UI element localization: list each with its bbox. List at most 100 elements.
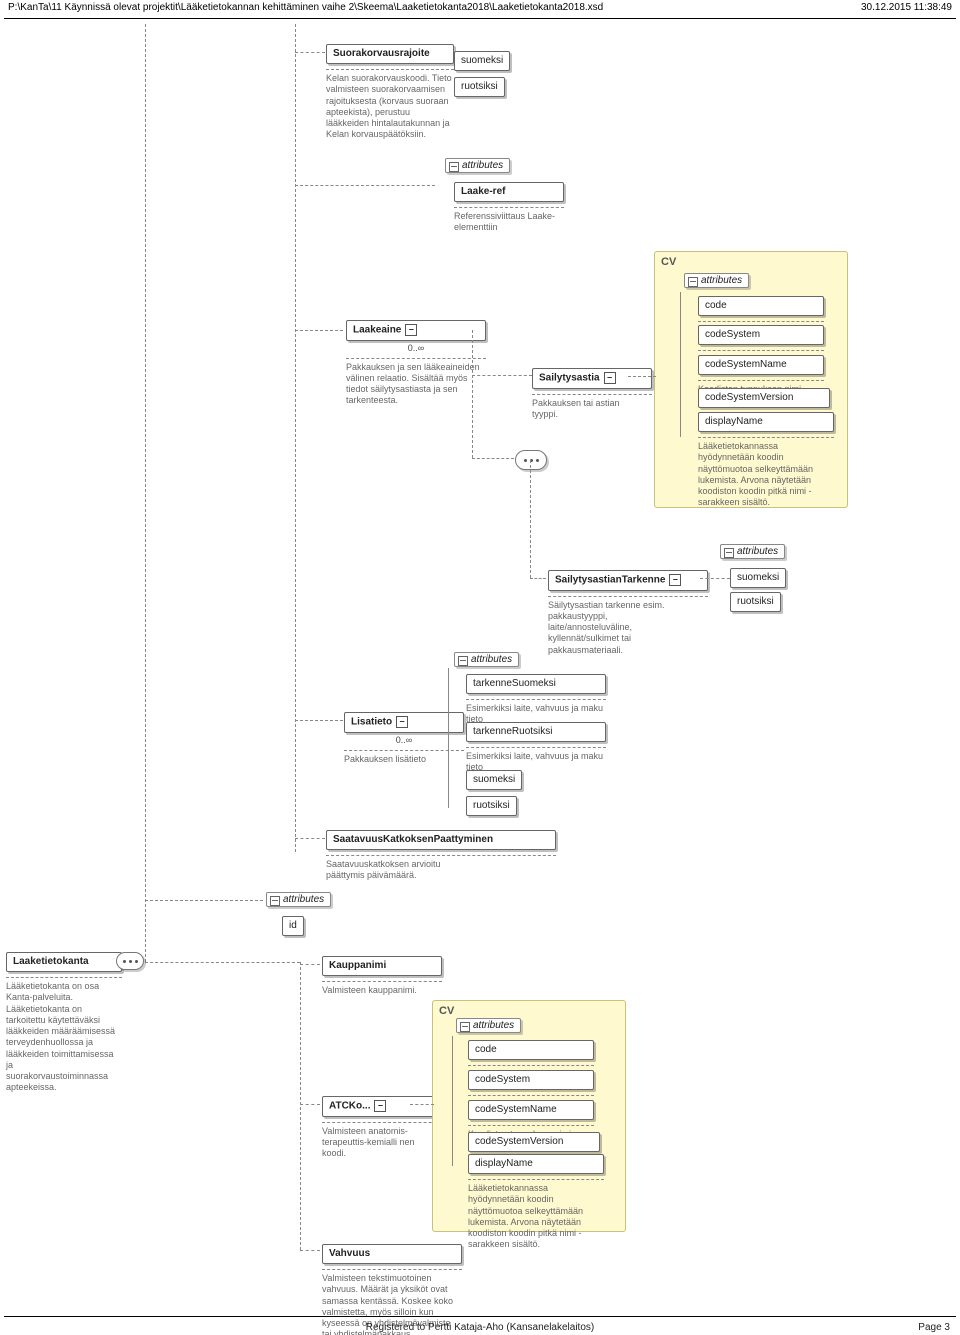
file-timestamp: 30.12.2015 11:38:49 <box>861 2 952 13</box>
connector <box>472 330 473 458</box>
attributes-label: attributes <box>456 1018 521 1033</box>
attributes-label: attributes <box>454 652 519 667</box>
node-label: Lisatieto <box>344 712 464 733</box>
connector <box>145 900 263 901</box>
page-footer: Registered to Pertti Kataja-Aho (Kansane… <box>0 1319 960 1335</box>
element-kauppanimi: Kauppanimi Valmisteen kauppanimi. <box>322 956 442 996</box>
attr-tarkennesuomeksi: tarkenneSuomeksi Esimerkiksi laite, vahv… <box>466 674 606 726</box>
element-laakeaine: Laakeaine 0..∞ Pakkauksen ja sen lääkeai… <box>346 320 486 407</box>
expand-toggle-icon[interactable] <box>405 324 417 336</box>
connector <box>145 962 300 963</box>
element-laake-ref: Laake-ref Referenssiviittaus Laake-eleme… <box>454 182 564 234</box>
attr-codesystemversion: codeSystemVersion <box>698 388 830 414</box>
attributes-label: attributes <box>720 544 785 559</box>
connector <box>145 24 146 962</box>
attr-displayname: displayName Lääketietokannassa hyödynnet… <box>468 1154 604 1251</box>
node-label: codeSystemName <box>698 355 824 375</box>
connector <box>300 1104 320 1105</box>
node-label: codeSystem <box>698 325 824 345</box>
expand-toggle-icon[interactable] <box>374 1100 386 1112</box>
connector <box>410 1104 434 1105</box>
node-label: codeSystemVersion <box>698 388 830 408</box>
connector <box>295 185 435 186</box>
cv-title: CV <box>439 1005 454 1017</box>
node-desc: Pakkauksen tai astian tyyppi. <box>532 398 642 421</box>
node-label: codeSystem <box>468 1070 594 1090</box>
node-desc: Valmisteen kauppanimi. <box>322 985 432 996</box>
node-desc: Valmisteen anatomis-terapeuttis-kemialli… <box>322 1126 432 1160</box>
node-label: code <box>468 1040 594 1060</box>
node-label: code <box>698 296 824 316</box>
footer-divider <box>4 1316 956 1317</box>
cv-title: CV <box>661 256 676 268</box>
connector <box>295 330 343 331</box>
element-sailytysastiantarkenne: SailytysastianTarkenne Säilytysastian ta… <box>548 570 708 656</box>
node-desc: Kelan suorakorvauskoodi. Tieto valmistee… <box>326 73 454 141</box>
node-label: codeSystemVersion <box>468 1132 600 1152</box>
connector <box>295 720 343 721</box>
connector <box>452 1036 453 1166</box>
sequence-icon <box>116 952 144 970</box>
node-label: SaatavuusKatkoksenPaattyminen <box>326 830 556 850</box>
attr-suomeksi: suomeksi <box>730 568 786 588</box>
connector <box>680 292 681 437</box>
node-desc: Säilytysastian tarkenne esim. pakkaustyy… <box>548 600 688 656</box>
node-label: Laake-ref <box>454 182 564 202</box>
node-desc: Referenssiviittaus Laake-elementtiin <box>454 211 564 234</box>
attributes-label: attributes <box>445 158 510 173</box>
node-desc: Saatavuuskatkoksen arvioitu päättymis pä… <box>326 859 476 882</box>
node-label: displayName <box>698 412 834 432</box>
page-header: P:\KanTa\11 Käynnissä olevat projektit\L… <box>0 0 960 20</box>
attributes-label: attributes <box>684 273 749 288</box>
expand-toggle-icon[interactable] <box>669 574 681 586</box>
connector <box>530 460 531 578</box>
connector <box>300 962 301 1250</box>
attr-id: id <box>282 916 304 936</box>
node-desc: Lääketietokannassa hyödynnetään koodin n… <box>468 1183 604 1251</box>
expand-toggle-icon[interactable] <box>396 716 408 728</box>
attr-ruotsiksi: ruotsiksi <box>730 592 781 612</box>
connector <box>472 375 532 376</box>
element-saatavuuskatkoksenpaattyminen: SaatavuusKatkoksenPaattyminen Saatavuusk… <box>326 830 556 882</box>
node-label: Kauppanimi <box>322 956 442 976</box>
node-label: tarkenneSuomeksi <box>466 674 606 694</box>
attr-suomeksi: suomeksi <box>466 770 522 790</box>
file-path: P:\KanTa\11 Käynnissä olevat projektit\L… <box>8 2 603 13</box>
connector <box>530 578 546 579</box>
node-label: tarkenneRuotsiksi <box>466 722 606 742</box>
expand-toggle-icon[interactable] <box>604 372 616 384</box>
element-suorakorvausrajoite: Suorakorvausrajoite Kelan suorakorvausko… <box>326 44 454 141</box>
node-label: Suorakorvausrajoite <box>326 44 454 64</box>
attr-ruotsiksi: ruotsiksi <box>466 796 517 816</box>
element-lisatieto: Lisatieto 0..∞ Pakkauksen lisätieto <box>344 712 464 765</box>
connector <box>295 24 296 852</box>
cardinality: 0..∞ <box>346 343 486 353</box>
node-desc: Lääketietokannassa hyödynnetään koodin n… <box>698 441 834 509</box>
node-label: codeSystemName <box>468 1100 594 1120</box>
attr-suomeksi: suomeksi <box>454 51 510 71</box>
node-label: displayName <box>468 1154 604 1174</box>
connector <box>295 838 325 839</box>
node-label: Laaketietokanta <box>6 952 122 972</box>
connector <box>300 1250 320 1251</box>
attributes-label: attributes <box>266 892 331 907</box>
registered-to: Registered to Pertti Kataja-Aho (Kansane… <box>0 1322 960 1333</box>
page-number: Page 3 <box>918 1322 950 1333</box>
connector <box>448 668 449 808</box>
connector <box>300 964 320 965</box>
attr-ruotsiksi: ruotsiksi <box>454 77 505 97</box>
connector <box>628 376 656 377</box>
node-label: Laakeaine <box>346 320 486 341</box>
element-laaketietokanta: Laaketietokanta Lääketietokanta on osa K… <box>6 952 122 1094</box>
sequence-icon <box>515 450 547 470</box>
node-label: Vahvuus <box>322 1244 462 1264</box>
attr-tarkenneruotsiksi: tarkenneRuotsiksi Esimerkiksi laite, vah… <box>466 722 606 774</box>
node-desc: Pakkauksen ja sen lääkeaineiden välinen … <box>346 362 486 407</box>
connector <box>700 578 730 579</box>
node-label: SailytysastianTarkenne <box>548 570 708 591</box>
node-label: Sailytysastia <box>532 368 652 389</box>
node-desc: Lääketietokanta on osa Kanta-palveluita.… <box>6 981 116 1094</box>
header-divider <box>4 18 956 19</box>
connector <box>295 52 325 53</box>
connector <box>472 458 514 459</box>
